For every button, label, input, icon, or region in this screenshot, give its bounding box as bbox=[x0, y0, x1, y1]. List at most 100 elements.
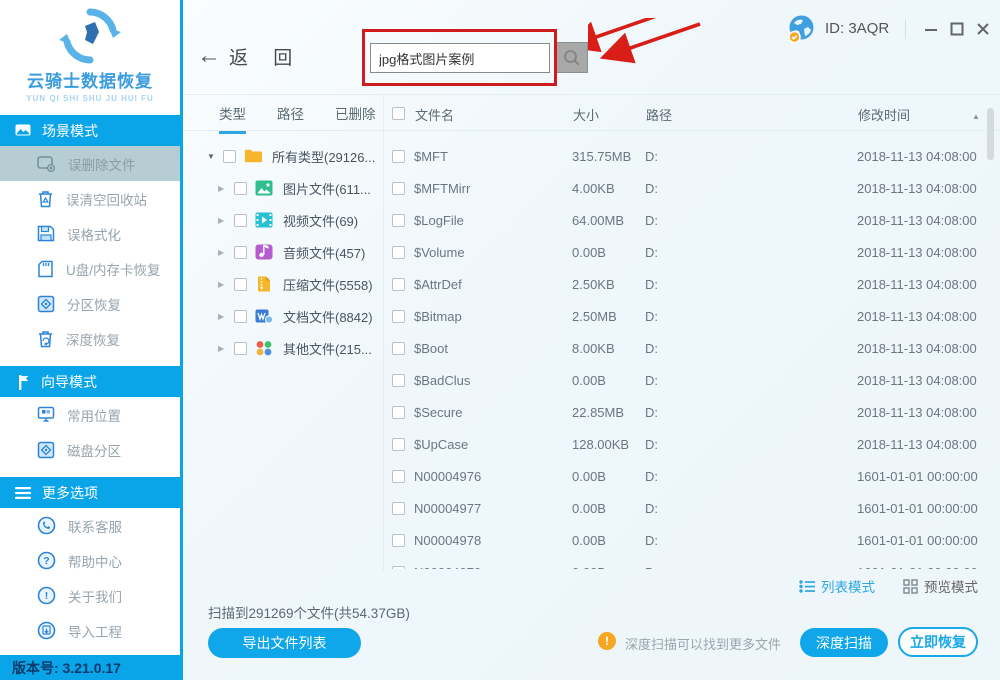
minimize-button[interactable] bbox=[918, 16, 944, 42]
table-row[interactable]: N00004976 0.00B D: 1601-01-01 00:00:00 bbox=[384, 460, 1000, 492]
sidebar-item-label: 帮助中心 bbox=[68, 554, 122, 570]
tree-item-images[interactable]: ▶ 图片文件(611... bbox=[183, 172, 383, 204]
tab-path[interactable]: 路径 bbox=[277, 103, 304, 131]
tab-deleted[interactable]: 已删除 bbox=[335, 103, 376, 131]
row-checkbox[interactable] bbox=[392, 565, 405, 569]
expand-caret-icon[interactable]: ▶ bbox=[218, 280, 230, 289]
row-checkbox[interactable] bbox=[392, 469, 405, 483]
table-row[interactable]: $AttrDef 2.50KB D: 2018-11-13 04:08:00 bbox=[384, 268, 1000, 300]
sidebar-item-partition-recovery[interactable]: 分区恢复 bbox=[0, 286, 180, 321]
row-checkbox[interactable] bbox=[392, 213, 405, 227]
table-row[interactable]: $MFT 315.75MB D: 2018-11-13 04:08:00 bbox=[384, 140, 1000, 172]
row-checkbox[interactable] bbox=[392, 341, 405, 355]
col-header-modified[interactable]: 修改时间 bbox=[858, 105, 910, 124]
account-globe-icon[interactable] bbox=[786, 13, 817, 44]
expand-caret-icon[interactable]: ▶ bbox=[218, 184, 230, 193]
sort-asc-icon[interactable] bbox=[972, 107, 980, 122]
expand-caret-icon[interactable]: ▶ bbox=[218, 312, 230, 321]
cell-path: D: bbox=[645, 565, 857, 570]
sidebar-item-import-project[interactable]: 导入工程 bbox=[0, 613, 180, 648]
table-row[interactable]: $MFTMirr 4.00KB D: 2018-11-13 04:08:00 bbox=[384, 172, 1000, 204]
preview-mode-icon bbox=[903, 578, 918, 594]
export-file-list-button[interactable]: 导出文件列表 bbox=[208, 628, 361, 658]
cell-filename: $LogFile bbox=[414, 212, 464, 228]
main-area: 返 回 ID: 3AQR bbox=[183, 0, 1000, 680]
tree-item-label: 所有类型(29126... bbox=[272, 149, 376, 165]
tree-checkbox[interactable] bbox=[234, 309, 247, 323]
table-row[interactable]: N00004977 0.00B D: 1601-01-01 00:00:00 bbox=[384, 492, 1000, 524]
sidebar-item-recycle-bin[interactable]: 误清空回收站 bbox=[0, 181, 180, 216]
file-table: $MFT 315.75MB D: 2018-11-13 04:08:00 $MF… bbox=[384, 140, 1000, 569]
tree-item-archives[interactable]: ▶ 压缩文件(5558) bbox=[183, 268, 383, 300]
sidebar-item-common-locations[interactable]: 常用位置 bbox=[0, 397, 180, 432]
back-button[interactable]: 返 回 bbox=[197, 42, 302, 70]
table-row[interactable]: $BadClus 0.00B D: 2018-11-13 04:08:00 bbox=[384, 364, 1000, 396]
tree-item-documents[interactable]: ▶ 文档文件(8842) bbox=[183, 300, 383, 332]
row-checkbox[interactable] bbox=[392, 501, 405, 515]
tree-item-label: 文档文件(8842) bbox=[283, 309, 373, 325]
tree-item-videos[interactable]: ▶ 视频文件(69) bbox=[183, 204, 383, 236]
tree-checkbox[interactable] bbox=[234, 341, 247, 355]
search-button[interactable] bbox=[556, 42, 588, 73]
cell-filename: $MFT bbox=[414, 148, 448, 164]
tree-checkbox[interactable] bbox=[223, 149, 236, 163]
folder-icon bbox=[244, 149, 262, 163]
select-all-checkbox[interactable] bbox=[392, 107, 405, 120]
col-header-path[interactable]: 路径 bbox=[646, 105, 672, 124]
sidebar-item-contact-support[interactable]: 联系客服 bbox=[0, 508, 180, 543]
table-row[interactable]: $Bitmap 2.50MB D: 2018-11-13 04:08:00 bbox=[384, 300, 1000, 332]
disk-partition-icon bbox=[37, 441, 55, 458]
sidebar-item-disk-partitions[interactable]: 磁盘分区 bbox=[0, 432, 180, 467]
row-checkbox[interactable] bbox=[392, 533, 405, 547]
expand-caret-icon[interactable]: ▶ bbox=[218, 248, 230, 257]
table-row[interactable]: $LogFile 64.00MB D: 2018-11-13 04:08:00 bbox=[384, 204, 1000, 236]
tree-checkbox[interactable] bbox=[234, 181, 247, 195]
cell-size: 2.50KB bbox=[572, 276, 615, 292]
row-checkbox[interactable] bbox=[392, 181, 405, 195]
sidebar-item-help-center[interactable]: ? 帮助中心 bbox=[0, 543, 180, 578]
table-row[interactable]: $UpCase 128.00KB D: 2018-11-13 04:08:00 bbox=[384, 428, 1000, 460]
sidebar-item-formatted[interactable]: 误格式化 bbox=[0, 216, 180, 251]
expand-caret-icon[interactable]: ▶ bbox=[218, 344, 230, 353]
tree-item-other[interactable]: ▶ 其他文件(215... bbox=[183, 332, 383, 364]
row-checkbox[interactable] bbox=[392, 437, 405, 451]
recover-now-button[interactable]: 立即恢复 bbox=[898, 627, 978, 657]
table-row[interactable]: $Boot 8.00KB D: 2018-11-13 04:08:00 bbox=[384, 332, 1000, 364]
maximize-button[interactable] bbox=[944, 16, 970, 42]
row-checkbox[interactable] bbox=[392, 277, 405, 291]
cell-modified: 1601-01-01 00:00:00 bbox=[857, 468, 978, 484]
tree-checkbox[interactable] bbox=[234, 277, 247, 291]
close-button[interactable] bbox=[970, 16, 996, 42]
row-checkbox[interactable] bbox=[392, 405, 405, 419]
table-row[interactable]: N00004978 0.00B D: 1601-01-01 00:00:00 bbox=[384, 524, 1000, 556]
row-checkbox[interactable] bbox=[392, 149, 405, 163]
table-row[interactable]: $Secure 22.85MB D: 2018-11-13 04:08:00 bbox=[384, 396, 1000, 428]
collapse-caret-icon[interactable]: ▼ bbox=[207, 152, 219, 161]
sidebar-item-deleted-files[interactable]: 误删除文件 bbox=[0, 146, 180, 181]
cell-path: D: bbox=[645, 468, 658, 484]
cell-filename: $Boot bbox=[414, 340, 448, 356]
table-row[interactable]: $Volume 0.00B D: 2018-11-13 04:08:00 bbox=[384, 236, 1000, 268]
sidebar-item-usb-sd-recovery[interactable]: U盘/内存卡恢复 bbox=[0, 251, 180, 286]
table-scrollbar-thumb[interactable] bbox=[987, 108, 994, 160]
sidebar-item-label: 误删除文件 bbox=[68, 157, 136, 173]
sidebar-item-about-us[interactable]: ! 关于我们 bbox=[0, 578, 180, 613]
tree-item-all-types[interactable]: ▼ 所有类型(29126... bbox=[183, 140, 383, 172]
tree-item-audio[interactable]: ▶ 音频文件(457) bbox=[183, 236, 383, 268]
cell-modified: 2018-11-13 04:08:00 bbox=[857, 436, 977, 452]
table-row[interactable]: N00004979 0.00B D: 1601-01-01 00:00:00 bbox=[384, 556, 1000, 569]
col-header-filename[interactable]: 文件名 bbox=[415, 105, 454, 124]
list-mode-toggle[interactable]: 列表模式 bbox=[799, 576, 875, 596]
row-checkbox[interactable] bbox=[392, 373, 405, 387]
sidebar-item-deep-recovery[interactable]: 深度恢复 bbox=[0, 321, 180, 356]
deep-scan-button[interactable]: 深度扫描 bbox=[800, 628, 888, 657]
tree-checkbox[interactable] bbox=[234, 245, 247, 259]
sidebar-item-label: U盘/内存卡恢复 bbox=[66, 262, 161, 278]
row-checkbox[interactable] bbox=[392, 309, 405, 323]
row-checkbox[interactable] bbox=[392, 245, 405, 259]
col-header-size[interactable]: 大小 bbox=[573, 105, 599, 124]
tree-checkbox[interactable] bbox=[234, 213, 247, 227]
expand-caret-icon[interactable]: ▶ bbox=[218, 216, 230, 225]
preview-mode-toggle[interactable]: 预览模式 bbox=[903, 576, 978, 596]
document-file-icon bbox=[255, 309, 273, 324]
